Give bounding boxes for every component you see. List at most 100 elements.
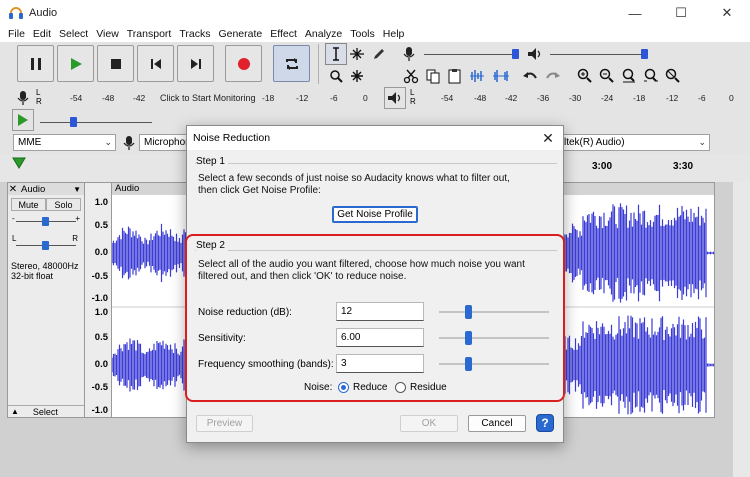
frequency-smoothing-slider[interactable] [439,357,549,371]
loop-button[interactable] [273,45,310,82]
play-tick: -24 [601,93,614,103]
menu-select[interactable]: Select [55,28,92,40]
play-tick: -48 [474,93,487,103]
microphone-icon [118,132,140,154]
gain-plus-label: + [75,214,80,223]
play-speed-thumb[interactable] [70,117,77,127]
audio-host-select[interactable]: MME ⌄ [13,134,116,151]
track-name[interactable]: Audio [21,184,45,195]
track-select-bar[interactable]: ▲ Select [8,405,84,417]
envelope-tool-button[interactable] [346,43,368,65]
ok-button[interactable]: OK [400,415,458,432]
track-name-bar[interactable]: ✕ Audio ▼ [8,183,84,195]
play-speed-track[interactable] [40,122,152,123]
record-volume-track[interactable] [424,54,518,55]
zoom-toggle-button[interactable] [662,65,684,87]
reduce-radio[interactable] [338,382,349,393]
copy-icon [426,69,440,84]
pan-slider[interactable]: L R [8,234,84,252]
menu-transport[interactable]: Transport [123,28,176,40]
sensitivity-slider[interactable] [439,331,549,345]
zoom-out-icon [599,68,614,83]
collapse-track-icon[interactable]: ▲ [11,407,19,416]
menu-analyze[interactable]: Analyze [301,28,346,40]
solo-button[interactable]: Solo [46,198,81,211]
close-track-icon[interactable]: ✕ [8,184,18,195]
zoom-out-button[interactable] [596,65,618,87]
reduce-radio-label[interactable]: Reduce [353,382,387,393]
draw-tool-button[interactable] [368,43,390,65]
gain-slider[interactable]: - + [8,214,84,228]
maximize-button[interactable]: ☐ [658,0,704,26]
fit-project-button[interactable] [640,65,662,87]
selection-tool-button[interactable] [325,43,347,65]
scale-tick: -1.0 [91,293,108,304]
playback-meter[interactable]: -54 -48 -42 -36 -30 -24 -18 -12 -6 0 [0,93,750,105]
skip-to-start-button[interactable] [137,45,174,82]
play-at-speed-button[interactable] [12,109,34,131]
paste-button[interactable] [444,65,466,87]
vertical-amplitude-scale[interactable]: 1.0 0.5 0.0 -0.5 -1.0 1.0 0.5 0.0 -0.5 -… [85,182,111,418]
silence-button[interactable] [490,65,512,87]
skip-to-end-button[interactable] [177,45,214,82]
close-button[interactable]: ✕ [704,0,750,26]
frequency-smoothing-thumb[interactable] [465,357,472,371]
menu-generate[interactable]: Generate [214,28,266,40]
noise-reduction-slider[interactable] [439,305,549,319]
timeline-tick: 3:00 [592,161,613,172]
menu-tools[interactable]: Tools [346,28,379,40]
minimize-button[interactable]: — [612,0,658,26]
timeline-options-icon[interactable] [12,157,26,172]
undo-button[interactable] [519,65,541,87]
select-track-button[interactable]: Select [33,407,58,417]
vertical-scrollbar[interactable] [733,182,750,477]
redo-button[interactable] [542,65,564,87]
dialog-close-button[interactable]: ✕ [539,129,557,147]
gain-thumb[interactable] [42,217,49,226]
menu-file[interactable]: File [4,28,29,40]
multi-tool-button[interactable] [346,65,368,87]
zoom-fit-project-icon [644,68,658,82]
pause-button[interactable] [17,45,54,82]
sensitivity-thumb[interactable] [465,331,472,345]
play-icon [70,57,82,70]
playback-volume-track[interactable] [550,54,646,55]
preview-button[interactable]: Preview [196,415,253,432]
record-button[interactable] [225,45,262,82]
pan-thumb[interactable] [42,241,49,250]
step2-divider [195,250,557,251]
scale-tick: 1.0 [94,307,108,318]
copy-button[interactable] [422,65,444,87]
fit-selection-button[interactable] [618,65,640,87]
menu-edit[interactable]: Edit [29,28,55,40]
zoom-tool-button[interactable] [325,65,347,87]
menu-help[interactable]: Help [379,28,409,40]
frequency-smoothing-input[interactable]: 3 [336,354,424,373]
menu-effect[interactable]: Effect [266,28,301,40]
stop-button[interactable] [97,45,134,82]
help-button[interactable]: ? [536,414,554,432]
play-button[interactable] [57,45,94,82]
residue-radio[interactable] [395,382,406,393]
step1-line1: Select a few seconds of just noise so Au… [198,173,510,184]
play-tick: -54 [441,93,454,103]
zoom-in-button[interactable] [574,65,596,87]
scale-tick: 0.0 [94,247,108,258]
get-noise-profile-button[interactable]: Get Noise Profile [332,206,418,223]
record-volume-thumb[interactable] [512,49,519,59]
noise-reduction-input[interactable]: 12 [336,302,424,321]
mute-button[interactable]: Mute [11,198,46,211]
menu-view[interactable]: View [92,28,123,40]
clip-name: Audio [115,183,140,194]
residue-radio-label[interactable]: Residue [410,382,447,393]
playback-device-select[interactable]: ltek(R) Audio) ⌄ [560,134,710,151]
cancel-button[interactable]: Cancel [468,415,526,432]
noise-reduction-thumb[interactable] [465,305,472,319]
track-menu-chevron-icon[interactable]: ▼ [73,185,81,194]
sensitivity-input[interactable]: 6.00 [336,328,424,347]
playback-volume-thumb[interactable] [641,49,648,59]
menu-tracks[interactable]: Tracks [175,28,214,40]
trim-button[interactable] [466,65,488,87]
cut-button[interactable] [400,65,422,87]
recording-device-select[interactable]: Microphon [139,134,191,151]
